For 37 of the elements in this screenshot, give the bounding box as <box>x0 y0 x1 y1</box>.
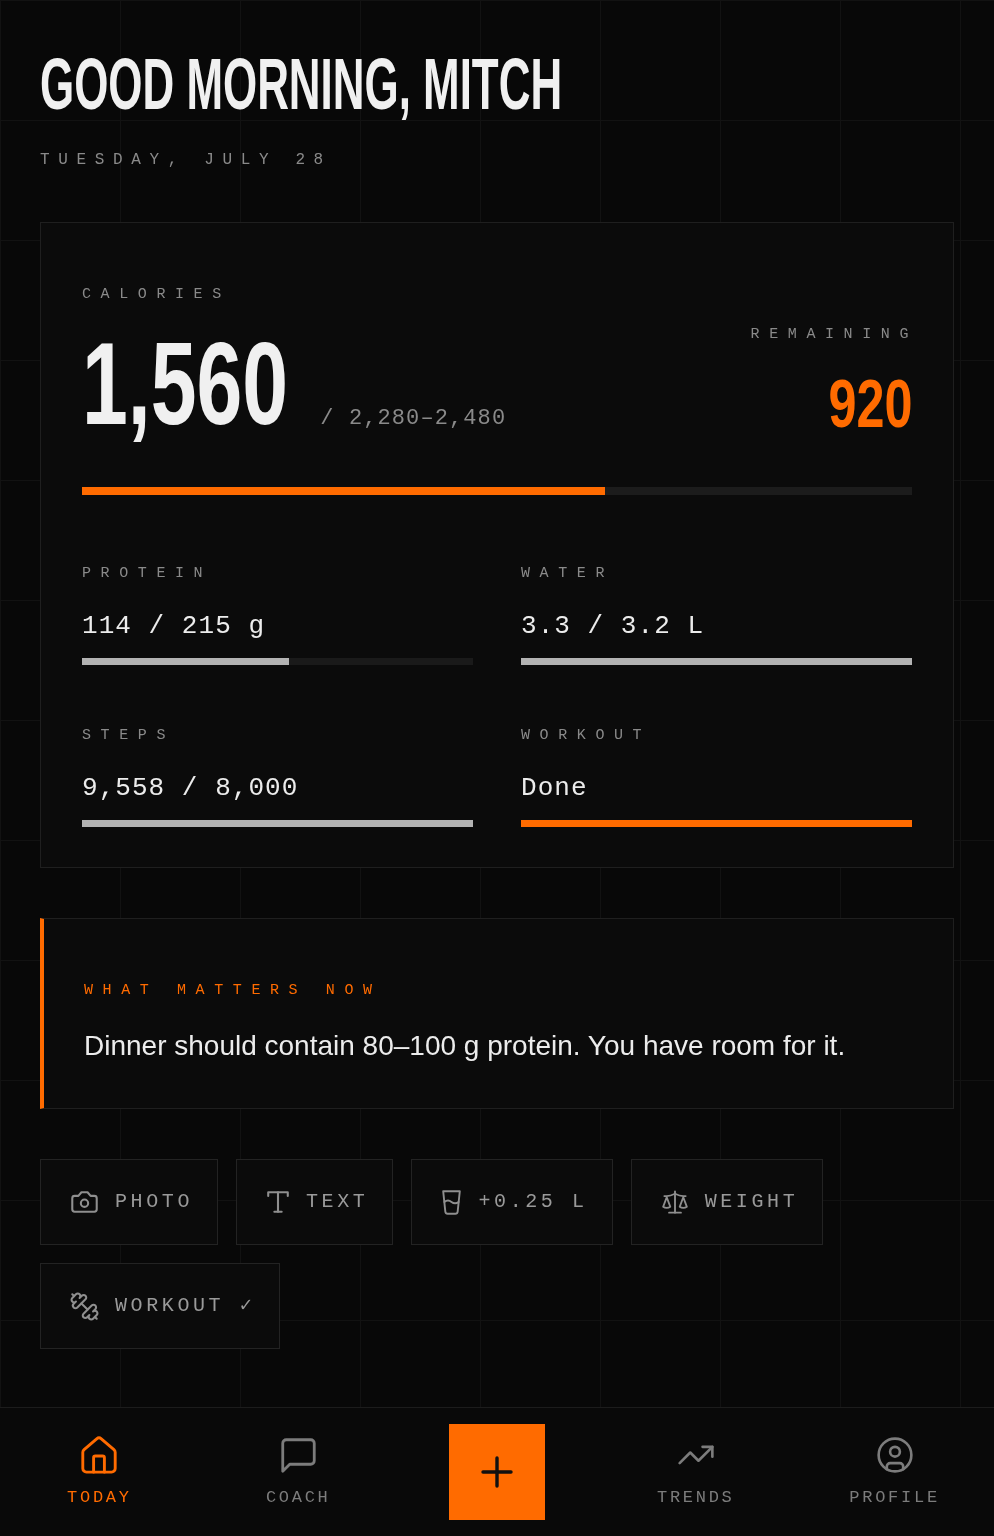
calories-target: / 2,280–2,480 <box>320 405 507 433</box>
quick-action-button[interactable]: +0.25 L <box>411 1159 613 1245</box>
insight-text: Dinner should contain 80–100 g protein. You have room for it. <box>84 1030 846 1062</box>
glass-icon <box>442 1189 462 1215</box>
text-icon <box>267 1191 289 1213</box>
metric-label: WORKOUT <box>521 726 652 746</box>
metric-value: 9,558 / 8,000 <box>82 772 299 804</box>
nav-tab[interactable]: TODAY <box>67 1436 132 1508</box>
dumbbell-icon <box>71 1292 98 1320</box>
metric-label: STEPS <box>82 726 175 746</box>
metric-value: 114 / 215 g <box>82 610 266 642</box>
remaining-label: REMAINING <box>750 325 918 345</box>
scale-icon <box>661 1190 688 1214</box>
date-label: TUESDAY, JULY 28 <box>40 150 332 170</box>
camera-icon <box>71 1191 98 1213</box>
add-button[interactable] <box>449 1424 545 1520</box>
quick-action-button[interactable]: WEIGHT <box>630 1159 824 1245</box>
metric-value: 3.3 / 3.2 L <box>521 610 705 642</box>
quick-action-button[interactable]: PHOTO <box>40 1159 218 1245</box>
quick-action-button[interactable]: WORKOUT ✓ <box>40 1263 281 1349</box>
nav-tab[interactable]: PROFILE <box>849 1436 940 1508</box>
remaining-value: 920 <box>828 369 912 437</box>
nav-tab[interactable]: TRENDS <box>657 1436 735 1508</box>
chat-bubble-icon <box>280 1437 316 1473</box>
metric-value: Done <box>521 772 588 804</box>
nav-tab[interactable]: COACH <box>265 1436 331 1508</box>
insight-title: WHAT MATTERS NOW <box>84 981 382 1001</box>
home-icon <box>81 1436 118 1474</box>
calories-label: CALORIES <box>82 285 231 305</box>
page-title: GOOD MORNING, MITCH <box>40 48 563 120</box>
metric-label: WATER <box>521 564 614 584</box>
quick-action-button[interactable]: TEXT <box>236 1159 394 1245</box>
plus-icon <box>481 1456 513 1488</box>
user-circle-icon <box>876 1437 913 1473</box>
trend-up-icon <box>677 1445 714 1465</box>
calories-value: 1,560 <box>82 326 289 442</box>
metric-label: PROTEIN <box>82 564 213 584</box>
